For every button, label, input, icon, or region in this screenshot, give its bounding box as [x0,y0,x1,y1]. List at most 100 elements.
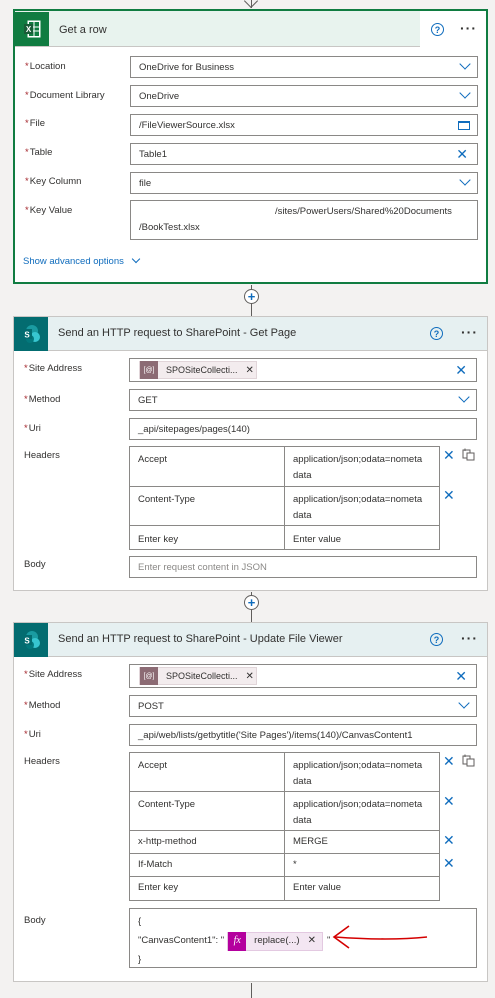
switch-to-text-mode-icon[interactable] [462,448,475,461]
expression-label: replace(...) [254,935,300,946]
delete-header-icon[interactable]: ✕ [443,448,455,462]
uri-label: *Uri [24,423,41,434]
more-options-icon[interactable]: ··· [461,324,478,340]
header-key[interactable]: If-Match [130,855,180,877]
remove-token-icon[interactable]: ✕ [308,933,316,949]
document-library-dropdown[interactable]: OneDrive [130,85,478,107]
body-key-text: "CanvasContent1": " [138,935,225,946]
sharepoint-token-icon: [@] [140,361,158,379]
header-value[interactable]: MERGE [285,832,336,854]
method-dropdown[interactable]: GET [129,389,477,411]
body-label: Body [24,559,46,570]
headers-label: Headers [24,450,60,461]
red-arrow-annotation [332,925,428,949]
add-step-button[interactable]: + [244,595,259,610]
new-header-value[interactable]: Enter value [285,528,349,552]
delete-header-icon[interactable]: ✕ [443,833,455,847]
chevron-down-icon [131,254,140,264]
clear-icon[interactable]: ✕ [455,363,467,377]
header-value[interactable]: application/json;odata=nometa data [285,448,430,488]
help-icon[interactable]: ? [430,633,443,646]
key-column-dropdown[interactable]: file [130,172,478,194]
show-advanced-options-link[interactable]: Show advanced options [23,254,140,267]
clear-icon[interactable]: ✕ [456,147,468,161]
new-header-key[interactable]: Enter key [130,528,186,552]
site-address-input[interactable]: [@] SPOSiteCollecti... ✕ ✕ [129,664,477,688]
dynamic-content-token[interactable]: [@] SPOSiteCollecti... ✕ [139,361,257,379]
header-key[interactable]: Content-Type [130,793,203,817]
location-dropdown[interactable]: OneDrive for Business [130,56,478,78]
remove-token-icon[interactable]: ✕ [246,365,254,376]
header-key[interactable]: Accept [130,754,175,778]
file-input[interactable]: /FileViewerSource.xlsx [130,114,478,136]
chevron-down-icon [458,391,470,403]
headers-table: Accept application/json;odata=nometa data… [129,752,440,901]
headers-label: Headers [24,756,60,767]
method-label: *Method [24,700,61,711]
header-value[interactable]: application/json;odata=nometa data [285,793,430,833]
folder-icon[interactable] [458,121,470,130]
header-value[interactable]: application/json;odata=nometa data [285,488,430,528]
uri-input[interactable]: _api/sitepages/pages(140) [129,418,477,440]
header-key[interactable]: Content-Type [130,488,203,512]
token-label: SPOSiteCollecti... [166,671,238,681]
excel-icon: X [15,12,49,46]
dynamic-content-token[interactable]: [@] SPOSiteCollecti... ✕ [139,667,257,685]
update-file-viewer-card[interactable]: S Send an HTTP request to SharePoint - U… [13,622,488,982]
headers-table: Accept application/json;odata=nometa data… [129,446,440,550]
table-dropdown[interactable]: Table1 ✕ [130,143,478,165]
delete-header-icon[interactable]: ✕ [443,488,455,502]
card-title: Send an HTTP request to SharePoint - Upd… [58,633,343,645]
card-title: Get a row [59,24,107,36]
flow-connector-bottom [251,983,252,998]
fx-icon: fx [228,931,247,951]
chevron-down-icon [458,697,470,709]
svg-text:S: S [24,637,30,646]
expression-token[interactable]: fx replace(...) ✕ [227,931,323,951]
more-options-icon[interactable]: ··· [461,630,478,646]
delete-header-icon[interactable]: ✕ [443,754,455,768]
sharepoint-icon: S [14,317,48,351]
remove-token-icon[interactable]: ✕ [246,671,254,682]
switch-to-text-mode-icon[interactable] [462,754,475,767]
body-input[interactable]: Enter request content in JSON [129,556,477,578]
help-icon[interactable]: ? [430,327,443,340]
header-value[interactable]: * [285,855,305,877]
help-icon[interactable]: ? [431,23,444,36]
chevron-down-icon [243,0,259,9]
header-key[interactable]: Accept [130,448,175,472]
table-label: *Table [25,147,53,158]
card-title: Send an HTTP request to SharePoint - Get… [58,327,297,339]
delete-header-icon[interactable]: ✕ [443,856,455,870]
header-value[interactable]: application/json;odata=nometa data [285,754,430,794]
svg-text:X: X [26,25,32,34]
key-value-line1: /sites/PowerUsers/Shared%20Documents [275,206,452,217]
method-label: *Method [24,394,61,405]
key-value-input[interactable]: /sites/PowerUsers/Shared%20Documents /Bo… [130,200,478,240]
chevron-down-icon [459,174,471,186]
file-label: *File [25,118,46,129]
sharepoint-icon: S [14,623,48,657]
uri-input[interactable]: _api/web/lists/getbytitle('Site Pages')/… [129,724,477,746]
header-key[interactable]: x-http-method [130,832,205,854]
site-address-label: *Site Address [24,669,83,680]
location-label: *Location [25,61,66,72]
body-label: Body [24,915,46,926]
chevron-down-icon [459,58,471,70]
add-step-button[interactable]: + [244,289,259,304]
clear-icon[interactable]: ✕ [455,669,467,683]
key-value-line2: /BookTest.xlsx [139,222,200,233]
sharepoint-token-icon: [@] [140,667,158,685]
body-close-brace: } [138,954,142,965]
delete-header-icon[interactable]: ✕ [443,794,455,808]
uri-label: *Uri [24,729,41,740]
more-options-icon[interactable]: ··· [460,20,477,36]
method-dropdown[interactable]: POST [129,695,477,717]
new-header-key[interactable]: Enter key [130,878,186,900]
site-address-input[interactable]: [@] SPOSiteCollecti... ✕ ✕ [129,358,477,382]
get-page-card[interactable]: S Send an HTTP request to SharePoint - G… [13,316,488,591]
key-column-label: *Key Column [25,176,82,187]
get-a-row-card[interactable]: X Get a row ? ··· *Location OneDrive for… [13,9,488,284]
token-label: SPOSiteCollecti... [166,365,238,375]
new-header-value[interactable]: Enter value [285,878,349,900]
